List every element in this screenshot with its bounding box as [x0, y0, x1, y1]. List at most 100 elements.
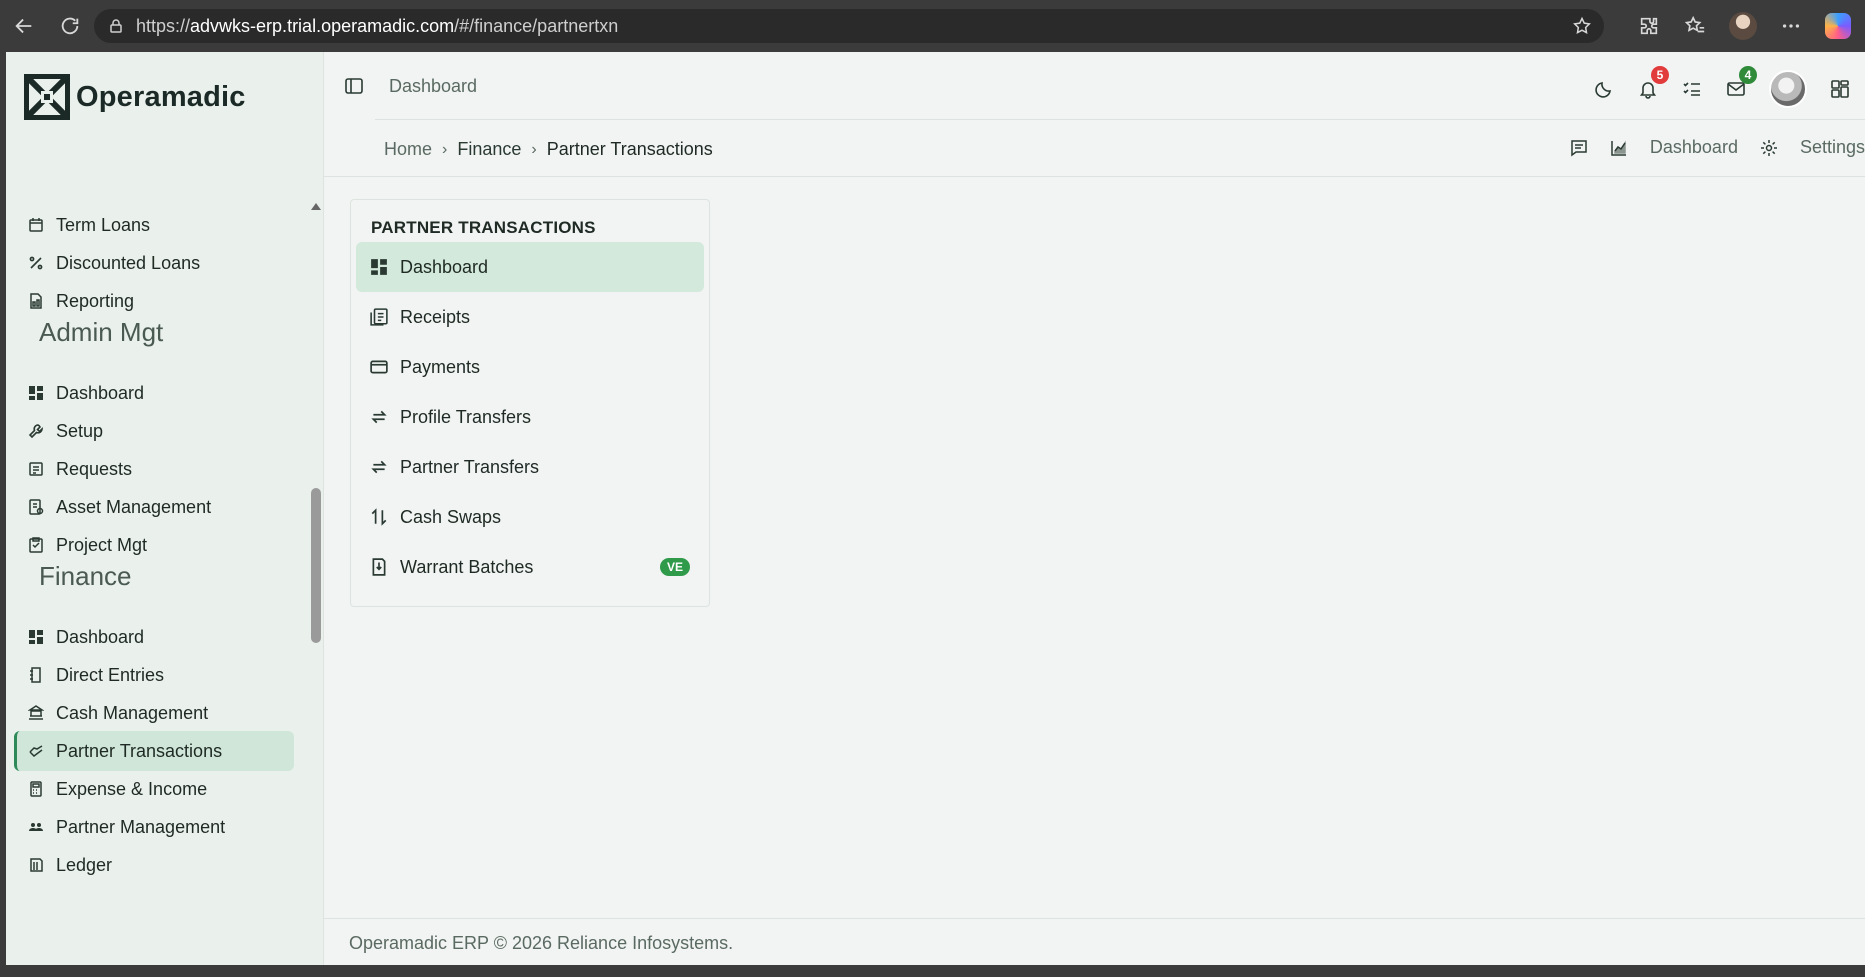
sidebar-item-label: Partner Transactions: [56, 740, 223, 761]
comment-icon[interactable]: [1570, 139, 1588, 157]
cash-icon: [28, 705, 44, 721]
sidebar-item-label: Term Loans: [56, 214, 151, 235]
menu-item-warrant-batches[interactable]: Warrant Batches VE: [356, 542, 704, 592]
partner-transactions-panel: PARTNER TRANSACTIONS Dashboard Receipts …: [350, 199, 710, 607]
back-icon[interactable]: [10, 12, 38, 40]
sidebar-item-reporting[interactable]: Reporting: [14, 281, 294, 321]
sidebar-item-label: Expense & Income: [56, 778, 208, 799]
breadcrumb-bar: Home › Finance › Partner Transactions Da…: [324, 121, 1865, 177]
menu-item-partner-transfers[interactable]: Partner Transfers: [356, 442, 704, 492]
project-icon: [28, 537, 44, 553]
sidebar-item-term-loans[interactable]: Term Loans: [14, 205, 294, 245]
gear-icon: [1760, 139, 1777, 156]
messages-button[interactable]: 4: [1725, 66, 1757, 100]
copilot-icon[interactable]: [1825, 13, 1851, 39]
sidebar-item-label: Requests: [56, 458, 133, 479]
tasks-button[interactable]: [1681, 78, 1703, 100]
transfer-icon: [370, 458, 388, 476]
menu-item-label: Profile Transfers: [400, 406, 532, 427]
breadcrumb-actions: Dashboard Settings: [1570, 137, 1865, 158]
sidebar-item-finance-dashboard[interactable]: Dashboard: [14, 617, 294, 657]
lock-icon: [110, 19, 122, 33]
sidebar-item-label: Partner Management: [56, 816, 226, 837]
wrench-icon: [28, 423, 44, 439]
menu-item-dashboard[interactable]: Dashboard: [356, 242, 704, 292]
sidebar-item-direct-entries[interactable]: Direct Entries: [14, 655, 294, 695]
sidebar: Operamadic Term Loans Discounted Loans R…: [6, 52, 324, 965]
user-avatar[interactable]: [1769, 70, 1807, 108]
notifications-button[interactable]: 5: [1637, 66, 1669, 100]
sidebar-item-asset-management[interactable]: Asset Management: [14, 487, 294, 527]
favorites-icon[interactable]: [1683, 14, 1707, 38]
sidebar-item-partner-transactions[interactable]: Partner Transactions: [14, 731, 294, 771]
card-icon: [370, 358, 388, 376]
brand[interactable]: Operamadic: [24, 74, 246, 120]
entries-icon: [28, 667, 44, 683]
url-text: https://advwks-erp.trial.operamadic.com/…: [136, 16, 618, 37]
url-path: /#/finance/partnertxn: [454, 15, 619, 36]
sidebar-item-admin-dashboard[interactable]: Dashboard: [14, 373, 294, 413]
sidebar-item-expense-income[interactable]: Expense & Income: [14, 769, 294, 809]
extensions-icon[interactable]: [1637, 14, 1661, 38]
sidebar-item-setup[interactable]: Setup: [14, 411, 294, 451]
settings-link[interactable]: Settings: [1760, 137, 1865, 158]
sidebar-item-label: Direct Entries: [56, 664, 165, 685]
address-bar[interactable]: https://advwks-erp.trial.operamadic.com/…: [94, 9, 1604, 43]
scroll-up-arrow-icon[interactable]: [311, 203, 321, 210]
dark-mode-toggle[interactable]: [1593, 78, 1615, 100]
swap-icon: [370, 508, 388, 526]
sidebar-item-label: Asset Management: [56, 496, 212, 517]
percent-icon: [28, 255, 44, 271]
breadcrumb-finance[interactable]: Finance: [457, 139, 521, 160]
top-bar: Dashboard 5 4: [324, 52, 1865, 120]
menu-item-label: Partner Transfers: [400, 456, 540, 477]
partner-icon: [28, 743, 44, 759]
browser-toolbar: https://advwks-erp.trial.operamadic.com/…: [0, 0, 1865, 52]
menu-item-label: Receipts: [400, 306, 471, 327]
batch-icon: [370, 558, 388, 576]
sidebar-scrollbar[interactable]: [308, 147, 322, 965]
top-actions: 5 4: [1593, 66, 1851, 108]
messages-badge: 4: [1739, 66, 1757, 84]
notifications-badge: 5: [1651, 66, 1669, 84]
profile-avatar[interactable]: [1729, 12, 1757, 40]
breadcrumb-current: Partner Transactions: [546, 139, 713, 159]
sidebar-item-label: Cash Management: [56, 702, 209, 723]
sidebar-toggle-icon[interactable]: [344, 76, 364, 96]
menu-item-label: Dashboard: [400, 256, 489, 277]
sidebar-section-finance: Finance: [39, 561, 132, 591]
menu-item-receipts[interactable]: Receipts: [356, 292, 704, 342]
sidebar-item-requests[interactable]: Requests: [14, 449, 294, 489]
menu-item-profile-transfers[interactable]: Profile Transfers: [356, 392, 704, 442]
app-window: Operamadic Term Loans Discounted Loans R…: [6, 52, 1865, 965]
sidebar-item-discounted-loans[interactable]: Discounted Loans: [14, 243, 294, 283]
settings-link-label: Settings: [1799, 137, 1865, 157]
sidebar-item-cash-management[interactable]: Cash Management: [14, 693, 294, 733]
breadcrumb: Home › Finance › Partner Transactions: [384, 139, 713, 160]
star-icon[interactable]: [1572, 16, 1592, 36]
people-icon: [28, 819, 44, 835]
breadcrumb-home[interactable]: Home: [384, 139, 432, 160]
moon-icon: [1595, 82, 1611, 98]
brand-name: Operamadic: [76, 80, 246, 113]
asset-icon: [28, 499, 44, 515]
calculator-icon: [28, 781, 44, 797]
reload-icon[interactable]: [56, 12, 84, 40]
sidebar-item-label: Dashboard: [56, 626, 145, 647]
page-title: Dashboard: [389, 76, 478, 96]
apps-button[interactable]: [1829, 78, 1851, 100]
report-icon: [28, 293, 44, 309]
dashboard-link[interactable]: Dashboard: [1610, 137, 1738, 158]
sidebar-item-partner-management[interactable]: Partner Management: [14, 807, 294, 847]
sidebar-item-label: Reporting: [56, 290, 135, 311]
menu-item-payments[interactable]: Payments: [356, 342, 704, 392]
dashboard-icon: [28, 385, 44, 401]
scroll-thumb[interactable]: [311, 488, 321, 643]
more-icon[interactable]: [1779, 14, 1803, 38]
menu-item-cash-swaps[interactable]: Cash Swaps: [356, 492, 704, 542]
sidebar-item-ledger[interactable]: Ledger: [14, 845, 294, 885]
sidebar-item-project-mgt[interactable]: Project Mgt: [14, 525, 294, 565]
sidebar-menu[interactable]: Term Loans Discounted Loans Reporting Ad…: [6, 147, 306, 965]
browser-bottom-edge: [0, 965, 1865, 977]
chevron-right-icon: ›: [442, 140, 448, 158]
